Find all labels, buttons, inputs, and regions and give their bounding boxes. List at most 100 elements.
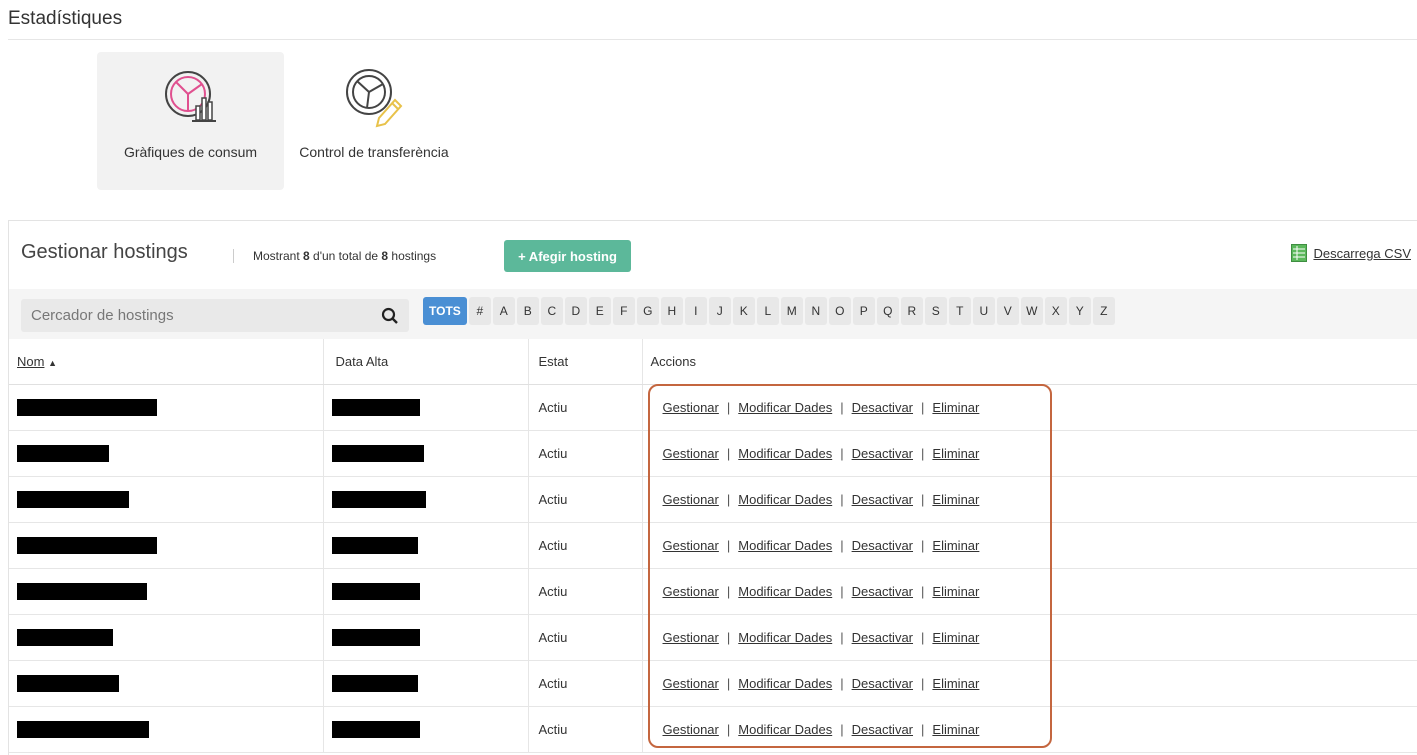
table-body: Actiu Gestionar | Modificar Dades | Desactiva… bbox=[9, 384, 1417, 753]
redacted-name bbox=[17, 444, 109, 462]
delete-link[interactable]: Eliminar bbox=[932, 492, 979, 507]
action-separator: | bbox=[840, 445, 844, 461]
letter-filter-w[interactable]: W bbox=[1020, 297, 1043, 325]
letter-filter-u[interactable]: U bbox=[972, 297, 995, 325]
letter-filter-y[interactable]: Y bbox=[1068, 297, 1091, 325]
deactivate-link[interactable]: Desactivar bbox=[852, 538, 913, 553]
column-header-status: Estat bbox=[528, 339, 643, 385]
letter-filter-j[interactable]: J bbox=[708, 297, 731, 325]
modify-data-link[interactable]: Modificar Dades bbox=[738, 446, 832, 461]
delete-link[interactable]: Eliminar bbox=[932, 446, 979, 461]
sort-ascending-icon: ▲ bbox=[48, 357, 57, 368]
hosting-actions-cell: Gestionar | Modificar Dades | Desactivar | Eli… bbox=[642, 430, 1417, 477]
manage-link[interactable]: Gestionar bbox=[663, 584, 719, 599]
action-separator: | bbox=[726, 721, 731, 737]
redacted-date bbox=[331, 490, 426, 508]
hosting-actions-cell: Gestionar | Modificar Dades | Desactivar | Eli… bbox=[642, 384, 1417, 431]
deactivate-link[interactable]: Desactivar bbox=[852, 676, 913, 691]
table-row: Actiu Gestionar | Modificar Dades | Desactiva… bbox=[9, 384, 1417, 431]
action-separator: | bbox=[921, 491, 925, 507]
section-divider bbox=[8, 39, 1417, 40]
add-hosting-button[interactable]: + Afegir hosting bbox=[504, 240, 631, 272]
deactivate-link[interactable]: Desactivar bbox=[852, 446, 913, 461]
tile-label: Gràfiques de consum bbox=[123, 144, 258, 160]
letter-filter-h[interactable]: H bbox=[660, 297, 683, 325]
redacted-name bbox=[17, 398, 157, 416]
count-middle: d'un total de bbox=[309, 249, 382, 263]
download-csv-link[interactable]: Descarrega CSV bbox=[1291, 244, 1411, 262]
letter-filter-b[interactable]: B bbox=[516, 297, 539, 325]
delete-link[interactable]: Eliminar bbox=[932, 630, 979, 645]
redacted-name bbox=[17, 720, 149, 738]
redacted-date bbox=[331, 720, 420, 738]
letter-filter-p[interactable]: P bbox=[852, 297, 875, 325]
letter-filter-d[interactable]: D bbox=[564, 297, 587, 325]
hosting-name-cell bbox=[9, 476, 324, 523]
tile-consumption-charts[interactable]: Gràfiques de consum bbox=[97, 52, 284, 190]
action-separator: | bbox=[840, 721, 844, 737]
hosting-name-cell bbox=[9, 660, 324, 707]
letter-filter-x[interactable]: X bbox=[1044, 297, 1067, 325]
letter-filter-tots[interactable]: TOTS bbox=[423, 297, 467, 325]
redacted-date bbox=[331, 674, 418, 692]
modify-data-link[interactable]: Modificar Dades bbox=[738, 722, 832, 737]
letter-filter-q[interactable]: Q bbox=[876, 297, 899, 325]
deactivate-link[interactable]: Desactivar bbox=[852, 584, 913, 599]
letter-filter-f[interactable]: F bbox=[612, 297, 635, 325]
modify-data-link[interactable]: Modificar Dades bbox=[738, 676, 832, 691]
letter-filter-hash[interactable]: # bbox=[468, 297, 491, 325]
delete-link[interactable]: Eliminar bbox=[932, 676, 979, 691]
modify-data-link[interactable]: Modificar Dades bbox=[738, 400, 832, 415]
delete-link[interactable]: Eliminar bbox=[932, 584, 979, 599]
manage-link[interactable]: Gestionar bbox=[663, 538, 719, 553]
letter-filter-l[interactable]: L bbox=[756, 297, 779, 325]
letter-filter-t[interactable]: T bbox=[948, 297, 971, 325]
modify-data-link[interactable]: Modificar Dades bbox=[738, 538, 832, 553]
chart-transfer-icon bbox=[346, 69, 403, 128]
letter-filter-z[interactable]: Z bbox=[1092, 297, 1115, 325]
letter-filter-a[interactable]: A bbox=[492, 297, 515, 325]
letter-filter-k[interactable]: K bbox=[732, 297, 755, 325]
manage-link[interactable]: Gestionar bbox=[663, 492, 719, 507]
hosting-name-cell bbox=[9, 430, 324, 477]
modify-data-link[interactable]: Modificar Dades bbox=[738, 630, 832, 645]
manage-link[interactable]: Gestionar bbox=[663, 630, 719, 645]
letter-filter-v[interactable]: V bbox=[996, 297, 1019, 325]
letter-filter-o[interactable]: O bbox=[828, 297, 851, 325]
letter-filter-s[interactable]: S bbox=[924, 297, 947, 325]
manage-link[interactable]: Gestionar bbox=[663, 400, 719, 415]
search-box bbox=[21, 299, 409, 332]
tile-transfer-control[interactable]: Control de transferència bbox=[284, 52, 464, 190]
modify-data-link[interactable]: Modificar Dades bbox=[738, 492, 832, 507]
table-row: Actiu Gestionar | Modificar Dades | Desactiva… bbox=[9, 522, 1417, 569]
deactivate-link[interactable]: Desactivar bbox=[852, 722, 913, 737]
letter-filter-m[interactable]: M bbox=[780, 297, 803, 325]
hosting-name-cell bbox=[9, 384, 324, 431]
deactivate-link[interactable]: Desactivar bbox=[852, 400, 913, 415]
modify-data-link[interactable]: Modificar Dades bbox=[738, 584, 832, 599]
action-separator: | bbox=[840, 629, 844, 645]
hosting-actions-cell: Gestionar | Modificar Dades | Desactivar | Eli… bbox=[642, 706, 1417, 753]
letter-filter-e[interactable]: E bbox=[588, 297, 611, 325]
hosting-date-cell bbox=[323, 430, 529, 477]
delete-link[interactable]: Eliminar bbox=[932, 538, 979, 553]
letter-filter-i[interactable]: I bbox=[684, 297, 707, 325]
download-csv-label: Descarrega CSV bbox=[1313, 245, 1411, 261]
manage-link[interactable]: Gestionar bbox=[663, 446, 719, 461]
manage-link[interactable]: Gestionar bbox=[663, 722, 719, 737]
letter-filter-g[interactable]: G bbox=[636, 297, 659, 325]
table-row: Actiu Gestionar | Modificar Dades | Desactiva… bbox=[9, 614, 1417, 661]
delete-link[interactable]: Eliminar bbox=[932, 400, 979, 415]
letter-filter-c[interactable]: C bbox=[540, 297, 563, 325]
deactivate-link[interactable]: Desactivar bbox=[852, 630, 913, 645]
delete-link[interactable]: Eliminar bbox=[932, 722, 979, 737]
sort-by-name-link[interactable]: Nom bbox=[17, 354, 44, 369]
manage-link[interactable]: Gestionar bbox=[663, 676, 719, 691]
letter-filter-r[interactable]: R bbox=[900, 297, 923, 325]
column-header-name[interactable]: Nom ▲ bbox=[9, 339, 324, 385]
search-icon[interactable] bbox=[381, 307, 399, 325]
letter-filter-n[interactable]: N bbox=[804, 297, 827, 325]
deactivate-link[interactable]: Desactivar bbox=[852, 492, 913, 507]
hosting-actions-cell: Gestionar | Modificar Dades | Desactivar | Eli… bbox=[642, 568, 1417, 615]
search-input[interactable] bbox=[21, 299, 371, 332]
